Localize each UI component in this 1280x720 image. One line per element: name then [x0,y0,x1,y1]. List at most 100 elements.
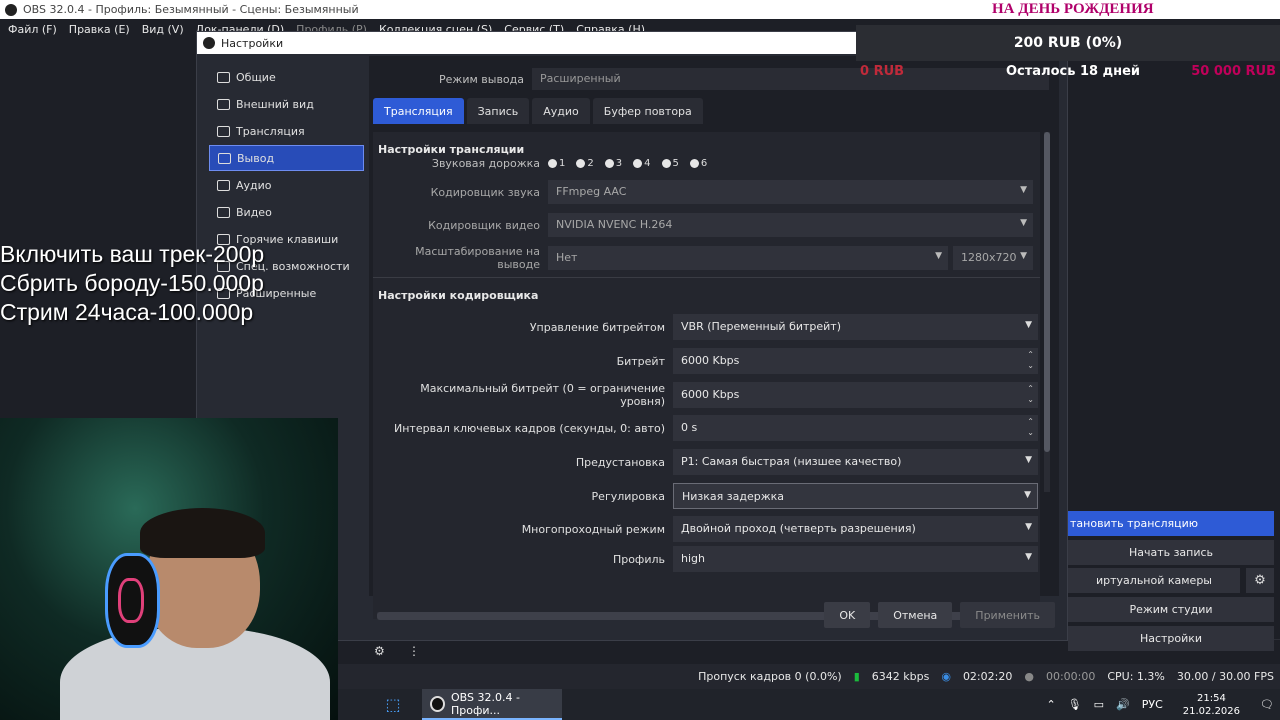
scroll-thumb[interactable] [1044,132,1050,452]
obs-logo-icon [5,3,17,16]
virtual-camera-button[interactable]: иртуальной камеры [1068,568,1240,593]
chevron-down-icon: ▼ [1025,522,1032,532]
menu-edit[interactable]: Правка (E) [69,23,130,36]
chevron-up-icon[interactable]: ⌃ [1046,698,1055,711]
nav-label: Видео [236,205,272,219]
bitrate-spinbox[interactable]: 6000 Kbps ⌃ ⌄ [673,348,1038,374]
studio-mode-button[interactable]: Режим студии [1068,597,1274,622]
ok-button[interactable]: OK [824,602,871,628]
audio-track-3[interactable]: 3 [604,158,622,169]
output-mode-label: Режим вывода [439,72,524,86]
cpu-usage: CPU: 1.3% [1107,670,1165,683]
keyframe-spinbox[interactable]: 0 s ⌃ ⌄ [673,415,1038,441]
preset-select[interactable]: P1: Самая быстрая (низшее качество) ▼ [673,449,1038,475]
settings-button[interactable]: Настройки [1068,626,1274,651]
audio-track-5[interactable]: 5 [661,158,679,169]
rate-control-select[interactable]: VBR (Переменный битрейт) ▼ [673,314,1038,340]
tuning-row: Регулировка Низкая задержка ▼ [373,483,1040,509]
taskbar-clock[interactable]: 21:54 21.02.2026 [1183,692,1240,718]
vertical-scrollbar[interactable] [1044,132,1050,492]
tab-recording[interactable]: Запись [466,98,530,124]
preset-label: Предустановка [575,455,665,469]
tuning-select[interactable]: Низкая задержка ▼ [673,483,1038,509]
stream-settings-panel: Настройки трансляции Звуковая дорожка 1 … [373,132,1040,619]
audio-track-1[interactable]: 1 [548,158,565,169]
spin-arrows-icon[interactable]: ⌃ ⌄ [1027,349,1034,371]
audio-encoder-select[interactable]: FFmpeg AAC ▼ [548,180,1033,204]
radio-icon [548,158,557,168]
tab-replay-buffer[interactable]: Буфер повтора [592,98,703,124]
stop-stream-button[interactable]: тановить трансляцию [1068,511,1274,536]
status-bar: Пропуск кадров 0 (0.0%) ▮ 6342 kbps ◉ 02… [338,664,1280,689]
max-bitrate-spinbox[interactable]: 6000 Kbps ⌃ ⌄ [673,382,1038,408]
apply-button[interactable]: Применить [960,602,1055,628]
chevron-down-icon: ▼ [1020,218,1027,228]
nav-general[interactable]: Общие [209,64,364,90]
microphone-icon[interactable]: 🎙 [1068,698,1082,711]
audio-track-4[interactable]: 4 [633,158,651,169]
audio-track-2[interactable]: 2 [576,158,594,169]
webcam-feed [0,418,338,720]
record-icon: ● [1024,670,1034,683]
filters-icon[interactable]: ⚙ [374,644,385,658]
nav-output[interactable]: Вывод [209,145,364,171]
settings-title: Настройки [221,36,284,50]
radio-icon [689,158,699,168]
spin-arrows-icon[interactable]: ⌃ ⌄ [1027,416,1034,438]
rescale-label: Масштабирование на выводе [415,245,540,271]
encoder-section: Настройки кодировщика Управление битрейт… [373,277,1040,572]
radio-icon [633,158,643,168]
chevron-down-icon: ▼ [935,251,942,261]
network-icon[interactable]: ▭ [1094,698,1104,711]
taskbar-obs-app[interactable]: OBS 32.0.4 - Профи... [422,689,562,720]
profile-select[interactable]: high ▼ [673,546,1038,572]
more-options-icon[interactable]: ⋮ [408,644,420,658]
gear-icon[interactable]: ⚙ [1246,568,1274,593]
multipass-label: Многопроходный режим [521,522,665,536]
donation-goal: 50 000 RUB [1191,64,1276,79]
menu-view[interactable]: Вид (V) [142,23,184,36]
audio-encoder-label: Кодировщик звука [430,185,540,199]
brush-icon [217,98,230,110]
nav-audio[interactable]: Аудио [209,172,364,198]
radio-icon [576,158,586,168]
donation-progress-bar: 200 RUB (0%) [856,25,1280,61]
controls-dock: тановить трансляцию Начать запись иртуал… [1068,484,1280,654]
donation-remaining: Осталось 18 дней [1006,64,1140,79]
chevron-down-icon: ▼ [1020,251,1027,261]
gear-icon [217,71,230,83]
window-title: OBS 32.0.4 - Профиль: Безымянный - Сцены… [23,3,359,16]
clock-date: 21.02.2026 [1182,705,1241,717]
language-indicator[interactable]: РУС [1142,698,1163,711]
profile-row: Профиль high ▼ [373,546,1040,572]
taskbar-app-label: OBS 32.0.4 - Профи... [450,690,520,717]
nav-appearance[interactable]: Внешний вид [209,91,364,117]
video-encoder-select[interactable]: NVIDIA NVENC H.264 ▼ [548,213,1033,237]
tab-audio[interactable]: Аудио [532,98,590,124]
dialog-buttons: OK Отмена Применить [816,602,1055,628]
bitrate-readout: 6342 kbps [871,670,930,683]
chevron-down-icon: ▼ [1024,490,1031,500]
antenna-icon [217,125,230,137]
tab-stream[interactable]: Трансляция [373,98,464,124]
nav-stream[interactable]: Трансляция [209,118,364,144]
menu-file[interactable]: Файл (F) [8,23,57,36]
notification-icon[interactable]: 🗨 [1260,698,1274,711]
spin-arrows-icon[interactable]: ⌃ ⌄ [1027,383,1034,405]
preset-row: Предустановка P1: Самая быстрая (низшее … [373,449,1040,475]
cancel-button[interactable]: Отмена [878,602,953,628]
broadcast-icon: ◉ [941,670,951,683]
snipping-tool-icon[interactable]: ⬚ [378,693,408,717]
nav-label: Внешний вид [236,97,314,111]
volume-icon[interactable]: 🔊 [1116,698,1130,711]
nav-video[interactable]: Видео [209,199,364,225]
start-recording-button[interactable]: Начать запись [1068,540,1274,565]
multipass-select[interactable]: Двойной проход (четверть разрешения) ▼ [673,516,1038,542]
audio-track-6[interactable]: 6 [689,158,707,169]
donation-title: НА ДЕНЬ РОЖДЕНИЯ [992,1,1154,17]
rescale-resolution[interactable]: 1280x720 ▼ [953,246,1033,270]
nav-label: Общие [236,70,276,84]
rate-control-row: Управление битрейтом VBR (Переменный бит… [373,314,1040,340]
rescale-select[interactable]: Нет ▼ [548,246,948,270]
audio-track-row: Звуковая дорожка 1 2 3 4 5 6 [373,154,1040,172]
